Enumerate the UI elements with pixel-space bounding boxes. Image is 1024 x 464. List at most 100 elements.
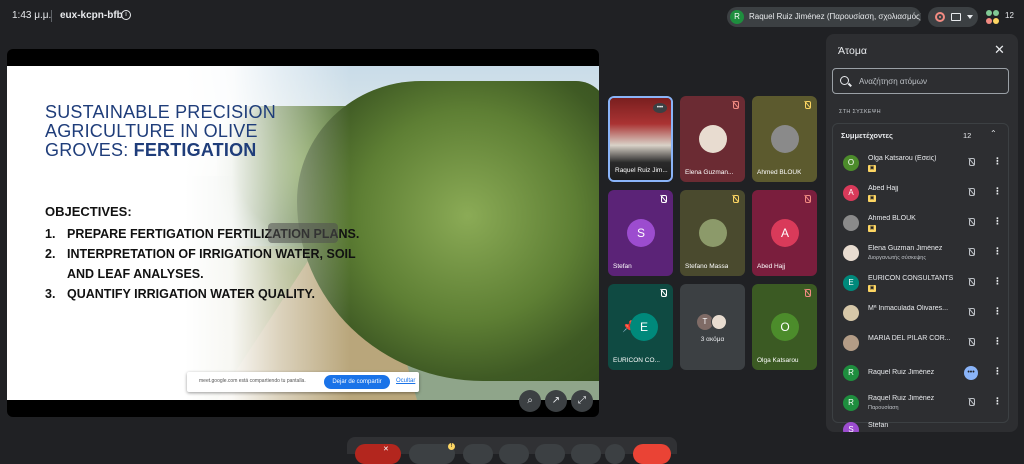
tile-name: Olga Katsarou (757, 357, 799, 364)
emoji-button[interactable] (499, 444, 529, 464)
more-vert-icon[interactable]: ⋮ (993, 216, 1002, 227)
list-item[interactable]: E EURICON CONSULTANTS ▣ ⋮ (833, 269, 1010, 297)
list-item[interactable]: R Raquel Ruiz Jiménez Παρουσίαση ⋮ (833, 389, 1010, 417)
tile-name: Stefan (613, 263, 632, 270)
item-number: 2. (45, 247, 56, 261)
pop-out-icon[interactable]: ↗ (545, 390, 567, 412)
presentation-stage: SUSTAINABLE PRECISION AGRICULTURE IN OLI… (7, 49, 599, 417)
search-input[interactable] (859, 74, 999, 88)
participants-group: Συμμετέχοντες 12 ⌃ O Olga Katsarou (Εσεί… (832, 123, 1010, 432)
mic-toggle-button[interactable] (355, 444, 401, 464)
list-item[interactable]: Ahmed BLOUK ▣ ⋮ (833, 209, 1010, 237)
mic-off-icon (730, 195, 740, 205)
tile-name: Elena Guzman... (685, 169, 734, 176)
avatar: O (771, 313, 799, 341)
more-vert-icon[interactable]: ⋮ (993, 366, 1002, 377)
participant-tile[interactable]: ••• Raquel Ruiz Jim... (608, 96, 673, 182)
panel-title: Άτομα (838, 45, 867, 57)
mic-off-icon (968, 158, 975, 168)
more-count: 3 ακόμα (700, 336, 725, 343)
close-icon[interactable]: ✕ (994, 42, 1005, 58)
more-options-button[interactable] (605, 444, 625, 464)
title-line: AGRICULTURE IN OLIVE (45, 121, 258, 141)
mic-off-icon (968, 278, 975, 288)
hide-link[interactable]: Ocultar (396, 378, 415, 384)
more-vert-icon[interactable]: ⋮ (993, 186, 1002, 197)
search-box[interactable] (832, 68, 1009, 94)
control-bar: ✕ ! (347, 437, 677, 464)
title-prefix: GROVES: (45, 140, 134, 160)
avatar-photo (843, 335, 859, 351)
avatar: R (843, 395, 859, 411)
list-item[interactable]: R Raquel Ruiz Jiménez ••• ⋮ (833, 359, 1010, 387)
more-vert-icon[interactable]: ⋮ (993, 336, 1002, 347)
mic-off-icon (658, 195, 668, 205)
mic-off-icon (730, 101, 740, 111)
more-vert-icon[interactable]: ⋮ (993, 276, 1002, 287)
stop-sharing-button[interactable]: Dejar de compartir (324, 375, 390, 389)
item-text: QUANTIFY IRRIGATION WATER QUALITY. (67, 287, 315, 301)
group-count: 12 (963, 131, 972, 140)
list-item[interactable]: MARÍA DEL PILAR COR... ⋮ (833, 329, 1010, 357)
mic-off-icon (968, 218, 975, 228)
info-icon[interactable]: i (121, 10, 131, 20)
person-name: Raquel Ruiz Jiménez (868, 395, 935, 402)
participant-tile[interactable]: S Stefan (608, 190, 673, 276)
participant-tile[interactable]: O Olga Katsarou (752, 284, 817, 370)
participant-tile[interactable]: Elena Guzman... (680, 96, 745, 182)
objective-item: 3. QUANTIFY IRRIGATION WATER QUALITY. (45, 284, 375, 304)
presenter-label: Raquel Ruiz Jiménez (Παρουσίαση, σχολιασ… (749, 12, 921, 21)
captions-button[interactable] (463, 444, 493, 464)
presenter-chip[interactable]: R Raquel Ruiz Jiménez (Παρουσίαση, σχολι… (727, 7, 921, 27)
fullscreen-icon[interactable]: ⤢ (571, 390, 593, 412)
more-participants-tile[interactable]: T 3 ακόμα (680, 284, 745, 370)
presenting-badge-icon: ▣ (868, 195, 876, 202)
person-name: Mª Inmaculada Olivares... (868, 305, 949, 312)
mic-off-icon (968, 188, 975, 198)
avatar-photo (771, 125, 799, 153)
participant-tile[interactable]: Ahmed BLOUK (752, 96, 817, 182)
more-vert-icon[interactable]: ⋮ (993, 306, 1002, 317)
more-vert-icon[interactable]: ⋮ (993, 396, 1002, 407)
raise-hand-button[interactable] (571, 444, 601, 464)
list-item[interactable]: A Abed Hajj ▣ ⋮ (833, 179, 1010, 207)
list-item[interactable]: S Stefan (833, 416, 1010, 432)
record-icon (935, 12, 945, 22)
share-message: meet.google.com está compartiendo tu pan… (199, 378, 306, 384)
avatar: S (843, 422, 859, 432)
participant-tile[interactable]: 📌 E EURICON CO... (608, 284, 673, 370)
tile-name: Ahmed BLOUK (757, 169, 802, 176)
divider (51, 10, 52, 22)
tile-name: Stefano Massa (685, 263, 729, 270)
person-name: Abed Hajj (868, 185, 899, 192)
mic-off-icon (802, 289, 812, 299)
person-role: Διοργανωτής σύσκεψης (868, 255, 927, 261)
participant-tile[interactable]: Stefano Massa (680, 190, 745, 276)
slide: SUSTAINABLE PRECISION AGRICULTURE IN OLI… (7, 66, 599, 400)
section-label: ΣΤΗ ΣΥΣΚΕΨΗ (839, 109, 881, 115)
participant-tile[interactable]: A Abed Hajj (752, 190, 817, 276)
list-item[interactable]: O Olga Katsarou (Εσείς) ▣ ⋮ (833, 149, 1010, 177)
mic-off-icon (968, 338, 975, 348)
mic-off-icon (658, 289, 668, 299)
list-item[interactable]: Mª Inmaculada Olivares... ⋮ (833, 299, 1010, 327)
more-vert-icon[interactable]: ⋮ (993, 246, 1002, 257)
present-button[interactable] (535, 444, 565, 464)
person-name: Olga Katsarou (Εσείς) (868, 155, 937, 162)
participant-count: 12 (1005, 11, 1014, 20)
zoom-icon[interactable]: ⌕ (519, 390, 541, 412)
avatar-photo (843, 245, 859, 261)
recording-controls[interactable] (928, 7, 978, 27)
more-options-icon[interactable]: ••• (653, 103, 667, 113)
avatar: E (630, 313, 658, 341)
leave-call-button[interactable] (633, 444, 671, 464)
person-name: Stefan (868, 422, 889, 429)
chevron-up-icon[interactable]: ⌃ (990, 129, 997, 138)
avatar-photo (699, 125, 727, 153)
participants-indicator[interactable]: 12 (984, 7, 1018, 27)
avatar: O (843, 155, 859, 171)
list-item[interactable]: Elena Guzman Jiménez Διοργανωτής σύσκεψη… (833, 239, 1010, 267)
slide-title: SUSTAINABLE PRECISION AGRICULTURE IN OLI… (45, 103, 305, 160)
present-off-icon (968, 398, 975, 408)
more-vert-icon[interactable]: ⋮ (993, 156, 1002, 167)
